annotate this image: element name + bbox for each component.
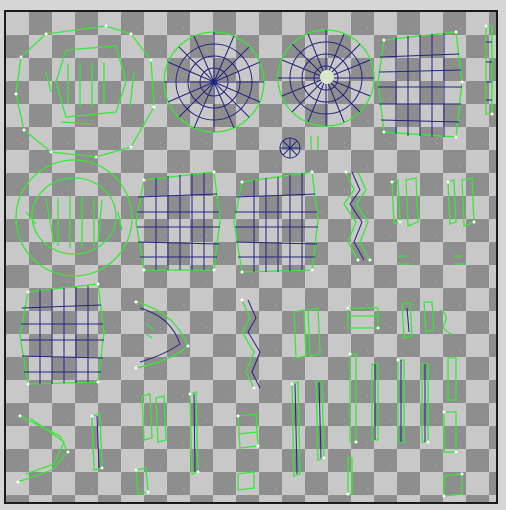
uv-shell-vertical-strips[interactable] <box>349 353 457 443</box>
uv-shell-strips-row2[interactable] <box>391 177 475 265</box>
uv-shell-ring-large[interactable] <box>15 159 133 277</box>
uv-shell-disc-2[interactable] <box>277 29 375 127</box>
uv-shell-small-strip[interactable] <box>310 136 319 150</box>
uv-shell-zigzag-a[interactable] <box>343 171 371 261</box>
uv-shell-cylinder-a[interactable] <box>377 31 463 138</box>
uv-shell-cylinder-b[interactable] <box>135 171 221 271</box>
uv-shell-arc-a[interactable] <box>135 301 189 369</box>
uv-checker-canvas[interactable] <box>4 10 498 504</box>
uv-shell-blocks-row3[interactable] <box>293 301 453 359</box>
uv-shell-strip-a[interactable] <box>485 25 493 115</box>
uv-shell-zigzag-b[interactable] <box>241 299 261 389</box>
uv-shell-small-disc-spokes <box>280 138 300 158</box>
uv-shell-v-shape[interactable] <box>17 415 69 483</box>
uv-shell-disc-1[interactable] <box>163 31 265 133</box>
uv-shell-cylinder-c[interactable] <box>233 171 319 273</box>
uv-editor-viewport[interactable] <box>0 0 506 510</box>
uv-shell-cylinder-d[interactable] <box>19 283 105 385</box>
uv-shell-strips-row4[interactable] <box>91 381 463 497</box>
uv-shell-cap-octagon[interactable] <box>15 25 155 158</box>
uv-layout[interactable] <box>6 12 498 504</box>
